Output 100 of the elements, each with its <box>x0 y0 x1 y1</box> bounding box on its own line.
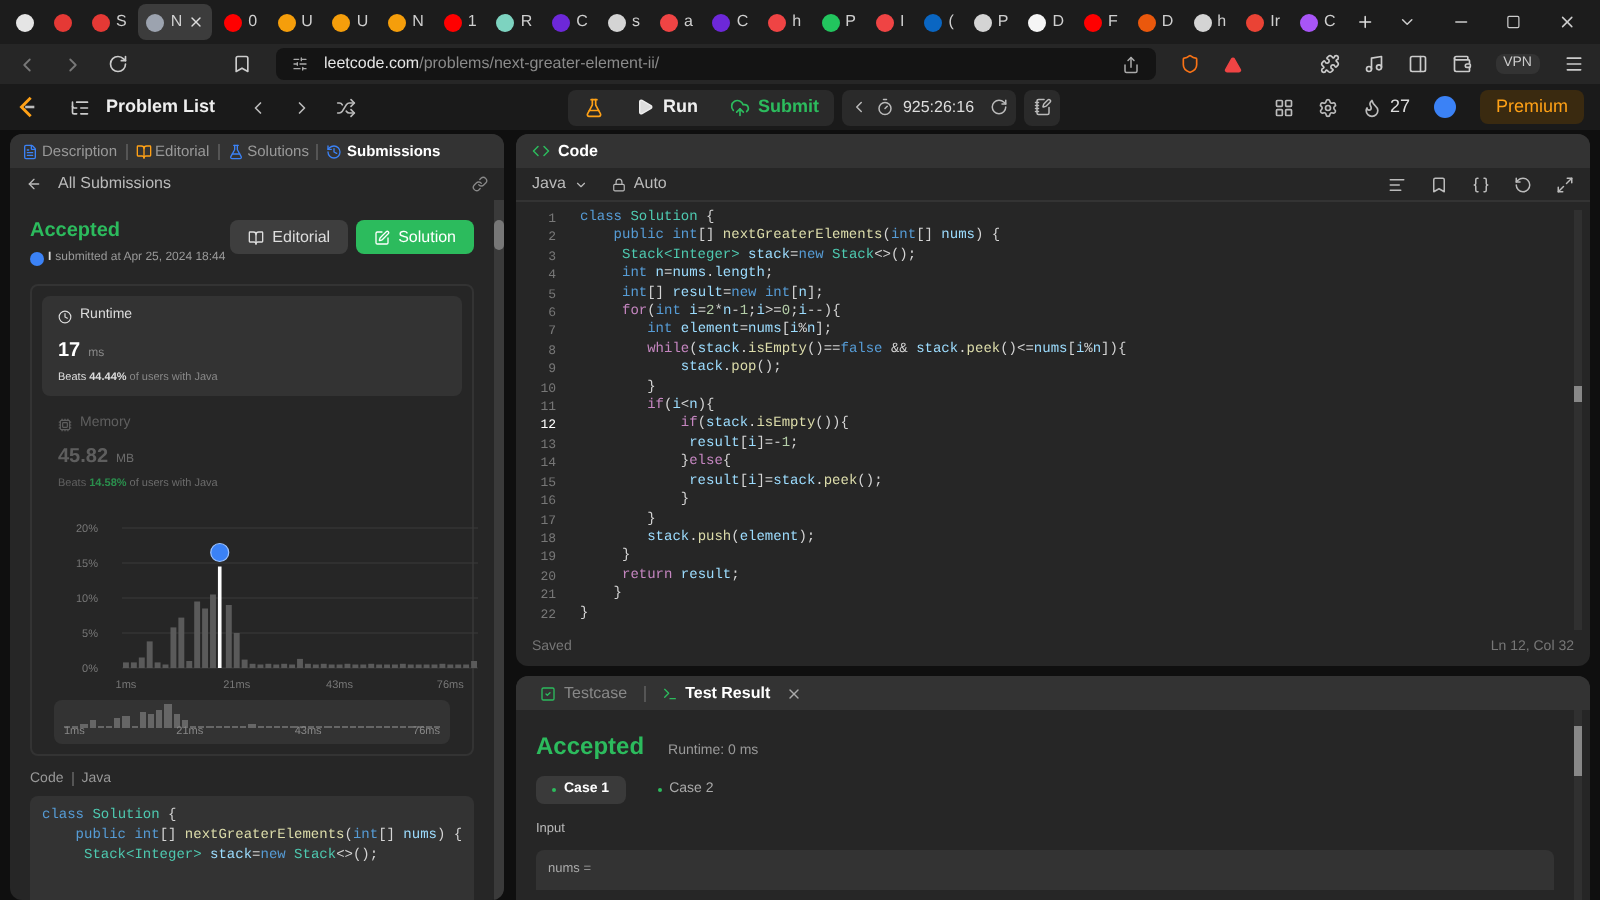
chip-icon <box>58 417 72 431</box>
share-icon[interactable] <box>1122 55 1140 73</box>
problem-list-link[interactable]: Problem List <box>106 93 216 121</box>
terminal-icon <box>661 685 678 701</box>
browser-tab[interactable]: F <box>1076 4 1126 40</box>
sidebar-icon[interactable] <box>1407 54 1428 74</box>
status-text: Accepted <box>30 218 123 246</box>
maximize-icon[interactable] <box>1506 14 1522 30</box>
address-bar[interactable]: leetcode.com/problems/next-greater-element-ii/ <box>276 48 1156 80</box>
triangle-icon[interactable] <box>1224 55 1242 73</box>
browser-tab[interactable]: U <box>324 4 377 40</box>
metric-value: 45.82 <box>58 444 109 473</box>
layout-icon[interactable] <box>1273 97 1294 117</box>
checkbox-icon <box>540 685 556 701</box>
tab-title: C <box>576 10 588 34</box>
mode-label: Auto <box>633 172 667 196</box>
browser-tab[interactable]: 1 <box>435 4 485 40</box>
tab-icon <box>22 143 38 159</box>
tab-title: ( <box>948 10 954 34</box>
browser-tab[interactable]: a <box>651 4 701 40</box>
premium-button[interactable]: Premium <box>1480 90 1585 124</box>
music-icon[interactable] <box>1363 54 1384 74</box>
tab-title: D <box>1052 10 1064 34</box>
code-icon <box>532 142 550 160</box>
wallet-icon[interactable] <box>1451 54 1472 74</box>
chevron-down-icon <box>573 177 588 191</box>
browser-tab[interactable]: I <box>867 4 913 40</box>
result-status: Accepted <box>536 730 645 764</box>
browser-tab[interactable]: S <box>84 4 135 40</box>
tab-title: h <box>1217 10 1227 34</box>
editorial-button[interactable]: Editorial <box>230 220 349 254</box>
language-select[interactable]: Java <box>532 172 588 196</box>
reset-icon[interactable] <box>1514 175 1532 193</box>
site-settings-icon[interactable] <box>292 56 308 72</box>
browser-tab[interactable]: C <box>544 4 596 40</box>
extensions-icon[interactable] <box>1319 54 1340 74</box>
browser-tab[interactable]: U <box>269 4 321 40</box>
tab-title: Ir <box>1270 10 1281 34</box>
note-icon[interactable] <box>1033 98 1052 116</box>
browser-tab[interactable]: D <box>1020 4 1072 40</box>
tab-title: C <box>736 10 749 34</box>
flame-icon[interactable] <box>1361 97 1382 117</box>
browser-tab[interactable]: N <box>380 4 432 40</box>
browser-tab[interactable]: s <box>599 4 648 40</box>
all-submissions-link[interactable]: All Submissions <box>58 172 171 196</box>
flask-icon[interactable] <box>584 97 605 117</box>
tab-title: P <box>845 10 856 34</box>
run-button[interactable]: Run <box>620 89 714 125</box>
close-icon[interactable] <box>1557 12 1576 32</box>
result-tab[interactable]: Test Result <box>653 681 779 705</box>
braces-icon[interactable] <box>1472 175 1490 193</box>
clock-icon <box>58 309 72 324</box>
browser-tab[interactable]: R <box>488 4 541 40</box>
shuffle-icon[interactable] <box>335 97 356 117</box>
lock-icon <box>611 177 626 191</box>
play-icon <box>636 98 655 116</box>
close-icon <box>188 14 205 30</box>
scrollbar[interactable] <box>1574 710 1582 900</box>
bookmark-icon[interactable] <box>232 54 252 74</box>
settings-icon[interactable] <box>1317 97 1338 117</box>
shield-icon[interactable] <box>1180 54 1200 74</box>
bookmark-icon[interactable] <box>1430 175 1448 193</box>
timer-icon[interactable] <box>876 98 895 116</box>
panel-title: Code <box>558 139 598 163</box>
browser-tab[interactable]: 0 <box>216 4 266 40</box>
browser-tab[interactable]: ( <box>916 4 962 40</box>
result-tab[interactable]: Testcase <box>532 681 636 705</box>
logo-icon[interactable] <box>16 96 38 118</box>
tab-title: C <box>1324 10 1336 34</box>
link-icon[interactable] <box>472 176 488 192</box>
close-icon[interactable] <box>786 685 803 701</box>
browser-tab[interactable]: Ir <box>1238 4 1289 40</box>
submit-button[interactable]: Submit <box>713 89 835 125</box>
browser-tab[interactable]: P <box>965 4 1017 40</box>
menu-icon[interactable] <box>1564 54 1584 74</box>
edit-icon <box>374 229 391 245</box>
browser-tab[interactable]: h <box>760 4 810 40</box>
scrollbar[interactable] <box>494 200 504 900</box>
browser-tab[interactable]: N <box>138 4 213 40</box>
tab-title: 0 <box>248 10 258 34</box>
browser-tab[interactable]: D <box>1129 4 1182 40</box>
new-tab-icon[interactable] <box>1355 12 1374 32</box>
expand-icon[interactable] <box>1556 175 1574 193</box>
avatar-icon[interactable] <box>1434 96 1456 118</box>
tab-title: R <box>520 10 533 34</box>
browser-tab[interactable]: C <box>704 4 757 40</box>
browser-tab[interactable]: h <box>1185 4 1235 40</box>
cloud-upload-icon <box>729 97 750 117</box>
list-icon[interactable] <box>70 97 90 117</box>
tab-icon <box>135 143 152 159</box>
format-icon[interactable] <box>1388 175 1406 193</box>
browser-tab[interactable]: C <box>1292 4 1344 40</box>
reset-icon[interactable] <box>990 98 1009 116</box>
back-arrow-icon[interactable] <box>26 176 42 192</box>
tab-title: a <box>683 10 693 34</box>
browser-tab[interactable]: P <box>813 4 864 40</box>
tab-title: N <box>412 10 424 34</box>
user-marker-icon <box>210 541 230 562</box>
tab-title: N <box>170 10 183 34</box>
reload-icon[interactable] <box>108 54 128 74</box>
